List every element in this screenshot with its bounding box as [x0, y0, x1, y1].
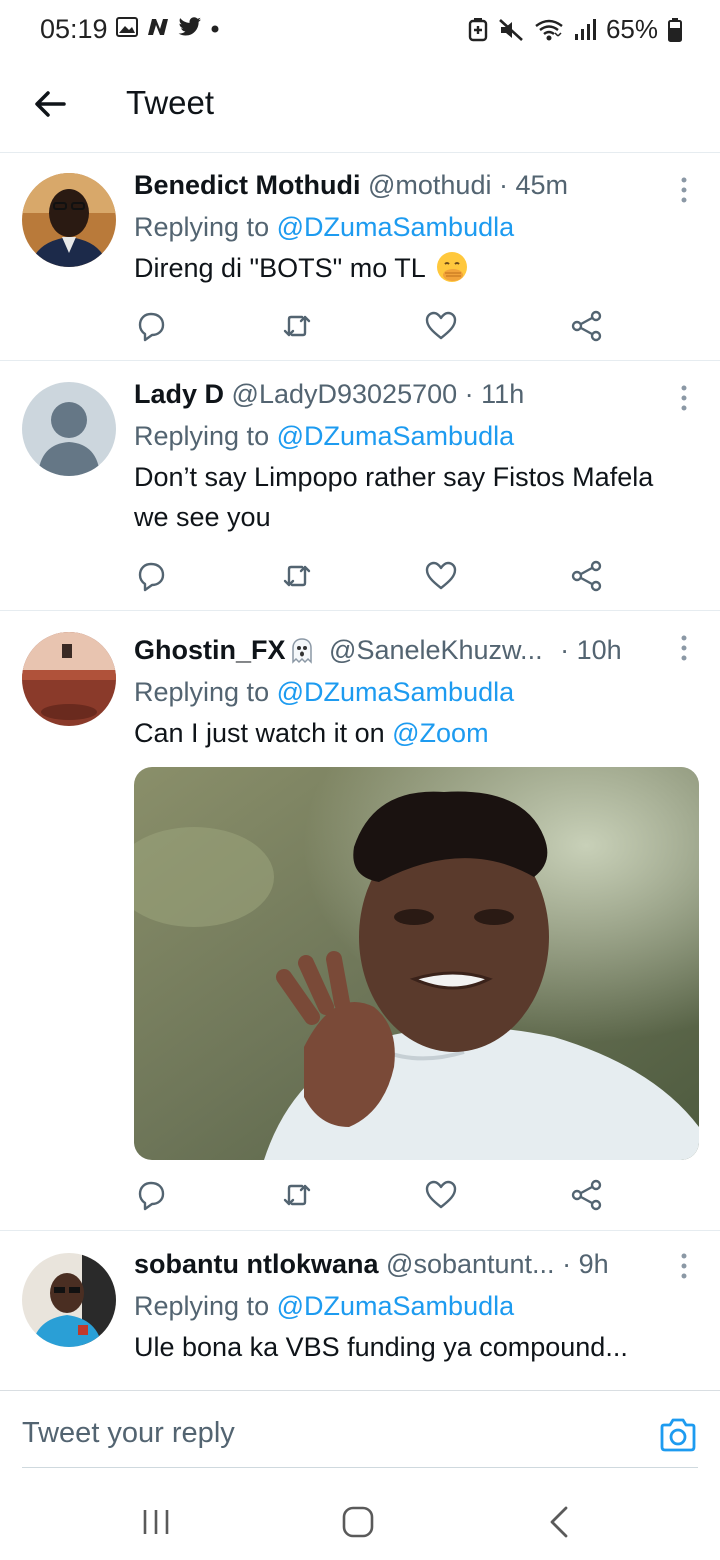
author-name[interactable]: sobantu ntlokwana — [134, 1249, 379, 1279]
share-icon[interactable] — [570, 1178, 604, 1212]
retweet-icon[interactable] — [280, 1178, 314, 1212]
retweet-icon[interactable] — [280, 309, 314, 343]
page-title: Tweet — [126, 84, 215, 121]
tweet-reply[interactable]: sobantu ntlokwana @sobantunt... · 9h Rep… — [0, 1231, 720, 1390]
gallery-icon — [116, 17, 138, 37]
tweet-actions — [134, 309, 604, 343]
replying-to: Replying to @DZumaSambudla — [134, 421, 515, 451]
author-name[interactable]: Ghostin_FX — [134, 635, 286, 665]
tweet-header: Lady D @LadyD93025700 · 11h — [134, 379, 525, 409]
author-handle[interactable]: @mothudi — [368, 170, 491, 200]
twitter-bird-icon — [178, 17, 201, 36]
tweet-text: Don’t say Limpopo rather say Fistos Mafe… — [134, 462, 654, 532]
tweet-time: 9h — [578, 1249, 609, 1279]
status-time: 05:19 — [40, 14, 108, 44]
tweet-header: Benedict Mothudi @mothudi · 45m — [134, 170, 569, 200]
replying-to: Replying to @DZumaSambudla — [134, 212, 515, 242]
avatar[interactable] — [22, 173, 116, 267]
author-name[interactable]: Benedict Mothudi — [134, 170, 360, 200]
tweet-header: Ghostin_FX @SaneleKhuzw... · 10h — [134, 635, 622, 665]
like-icon[interactable] — [424, 559, 458, 593]
replying-to: Replying to @DZumaSambudla — [134, 1291, 515, 1321]
ghost-icon — [291, 638, 312, 664]
face-with-hand-over-mouth-emoji — [437, 252, 468, 282]
tweet-media-image[interactable] — [134, 767, 699, 1160]
share-icon[interactable] — [570, 309, 604, 343]
reply-icon[interactable] — [134, 559, 168, 593]
reply-composer — [0, 1390, 720, 1476]
tweet-reply-input[interactable] — [22, 1409, 622, 1457]
wifi-icon — [535, 19, 563, 40]
tweet-header: sobantu ntlokwana @sobantunt... · 9h — [134, 1249, 609, 1279]
author-handle[interactable]: @sobantunt... — [386, 1249, 555, 1279]
mention-link[interactable]: @DZumaSambudla — [277, 677, 515, 707]
retweet-icon[interactable] — [280, 559, 314, 593]
back-icon[interactable] — [540, 1502, 580, 1542]
dot-icon — [211, 25, 219, 33]
mention-link[interactable]: @DZumaSambudla — [277, 212, 515, 242]
status-bar: 05:19 65% — [0, 0, 720, 60]
author-handle[interactable]: @LadyD93025700 — [232, 379, 458, 409]
n-icon — [148, 19, 168, 35]
replying-to: Replying to @DZumaSambudla — [134, 677, 515, 707]
mute-icon — [499, 18, 523, 41]
like-icon[interactable] — [424, 1178, 458, 1212]
tweet-text: Can I just watch it on @Zoom — [134, 718, 489, 748]
tweet-text: Direng di "BOTS" mo TL — [134, 248, 698, 288]
reply-icon[interactable] — [134, 309, 168, 343]
avatar[interactable] — [22, 382, 116, 476]
battery-percent: 65% — [605, 14, 658, 44]
battery-saver-icon — [468, 17, 488, 41]
top-app-bar: Tweet — [0, 60, 720, 153]
reply-icon[interactable] — [134, 1178, 168, 1212]
input-underline — [22, 1467, 698, 1468]
signal-icon — [574, 18, 596, 40]
battery-icon — [668, 17, 682, 42]
tweet-text: Ule bona ka VBS funding ya compound... — [134, 1332, 628, 1362]
mention-link[interactable]: @DZumaSambudla — [277, 421, 515, 451]
tweet-reply[interactable]: Benedict Mothudi @mothudi · 45m Replying… — [0, 153, 720, 361]
system-nav-bar — [0, 1480, 720, 1560]
avatar[interactable] — [22, 1253, 116, 1347]
tweet-reply[interactable]: Lady D @LadyD93025700 · 11h Replying to … — [0, 361, 720, 611]
author-name[interactable]: Lady D — [134, 379, 224, 409]
tweet-time: 11h — [481, 379, 525, 409]
share-icon[interactable] — [570, 559, 604, 593]
tweet-actions — [134, 559, 604, 593]
author-handle[interactable]: @SaneleKhuzw... — [329, 635, 543, 665]
tweet-time: 10h — [576, 635, 622, 665]
mention-link[interactable]: @DZumaSambudla — [277, 1291, 515, 1321]
recents-icon[interactable] — [136, 1502, 176, 1542]
home-icon[interactable] — [338, 1502, 378, 1542]
avatar[interactable] — [22, 632, 116, 726]
like-icon[interactable] — [424, 309, 458, 343]
arrow-left-icon[interactable] — [30, 84, 70, 124]
mention-link[interactable]: @Zoom — [392, 718, 488, 748]
camera-icon[interactable] — [658, 1415, 698, 1455]
tweet-actions — [134, 1178, 604, 1212]
tweet-time: 45m — [515, 170, 569, 200]
tweet-reply[interactable]: Ghostin_FX @SaneleKhuzw... · 10h Replyin… — [0, 611, 720, 1231]
